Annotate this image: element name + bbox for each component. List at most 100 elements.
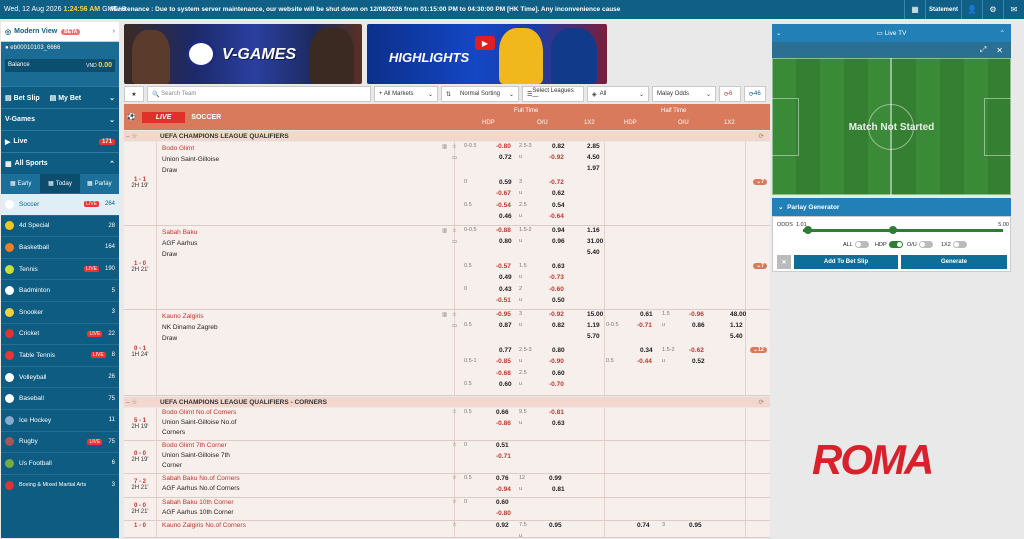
odds-value[interactable]: 0.94 xyxy=(552,227,565,234)
odds-value[interactable]: 1.16 xyxy=(587,227,600,234)
sport-item[interactable]: Basketball 164 xyxy=(1,236,119,258)
all-sports-row[interactable]: ▦ All Sports ⌃ xyxy=(1,152,119,174)
odds-value[interactable]: -0.92 xyxy=(549,311,564,318)
odds-value[interactable]: -0.92 xyxy=(549,154,564,161)
tv-icon[interactable]: ▭ xyxy=(452,155,457,161)
sport-item[interactable]: Volleyball 26 xyxy=(1,365,119,388)
home-team[interactable]: Bodo Glimt No.of Corners xyxy=(162,408,236,418)
odds-value[interactable]: 0.46 xyxy=(499,213,512,220)
away-team[interactable]: Union Saint-Gilloise xyxy=(162,154,219,165)
refresh-button[interactable]: ⟳ 6 xyxy=(719,86,741,102)
odds-value[interactable]: 0.43 xyxy=(499,286,512,293)
refresh-icon[interactable]: ⟳ xyxy=(759,398,764,406)
league-header[interactable]: – ☆ UEFA CHAMPIONS LEAGUE QUALIFIERS - C… xyxy=(124,397,770,407)
my-bet-tab[interactable]: ▤ My Bet xyxy=(50,94,82,102)
odds-value[interactable]: -0.60 xyxy=(549,286,564,293)
odds-value[interactable]: 0.72 xyxy=(499,154,512,161)
odds-value[interactable]: 0.50 xyxy=(552,297,565,304)
home-team[interactable]: Sabah Baku 10th Corner xyxy=(162,498,234,508)
clear-button[interactable]: ✕ xyxy=(777,255,791,269)
odds-value[interactable]: 0.77 xyxy=(499,347,512,354)
odds-value[interactable]: 4.50 xyxy=(587,154,600,161)
odds-value[interactable]: -0.80 xyxy=(496,143,511,150)
stats-icon[interactable]: ▥ xyxy=(442,312,447,318)
away-team[interactable]: Union Saint-Gilloise 7th xyxy=(162,451,230,461)
odds-value[interactable]: 0.66 xyxy=(496,409,509,416)
odds-value[interactable]: -0.57 xyxy=(496,263,511,270)
sport-item[interactable]: Rugby LIVE 75 xyxy=(1,430,119,453)
star-icon[interactable]: ☆ xyxy=(452,442,457,448)
odds-value[interactable]: -0.95 xyxy=(496,311,511,318)
tv-icon[interactable]: ▭ xyxy=(452,239,457,245)
close-icon[interactable]: ✕ xyxy=(996,46,1003,55)
odds-value[interactable]: -0.71 xyxy=(496,453,511,460)
sport-item[interactable]: Baseball 75 xyxy=(1,387,119,409)
odds-value[interactable]: 31.00 xyxy=(587,238,603,245)
sport-item[interactable]: Badminton 5 xyxy=(1,279,119,301)
odds-value[interactable]: 5.40 xyxy=(587,249,600,256)
star-icon[interactable]: ☆ xyxy=(452,409,457,415)
odds-value[interactable]: 0.63 xyxy=(552,420,565,427)
sport-item[interactable]: Cricket LIVE 22 xyxy=(1,322,119,345)
odds-value[interactable]: 0.60 xyxy=(496,499,509,506)
grid-icon[interactable]: ▦ xyxy=(904,0,925,19)
odds-value[interactable]: 0.51 xyxy=(496,442,509,449)
odds-value[interactable]: 0.82 xyxy=(552,322,565,329)
sorting-select[interactable]: ⇅ Normal Sorting ⌄ xyxy=(441,86,519,102)
sport-item[interactable]: Tennis LIVE 190 xyxy=(1,257,119,280)
odds-value[interactable]: 0.80 xyxy=(499,238,512,245)
odds-value[interactable]: -0.54 xyxy=(496,202,511,209)
home-team[interactable]: Bodo Glimt 7th Corner xyxy=(162,441,230,451)
odds-value[interactable]: 0.60 xyxy=(499,381,512,388)
stats-icon[interactable]: ▥ xyxy=(442,228,447,234)
odds-value[interactable]: -0.70 xyxy=(549,381,564,388)
odds-value[interactable]: 2.85 xyxy=(587,143,600,150)
star-icon[interactable]: ☆ xyxy=(452,475,457,481)
away-team[interactable]: Union Saint-Gilloise No.of xyxy=(162,418,236,428)
search-input[interactable]: 🔍 Search Team xyxy=(147,86,371,102)
home-team[interactable]: Sabah Baku xyxy=(162,227,197,238)
collapse-icon[interactable]: – ☆ xyxy=(126,398,137,406)
away-team[interactable]: NK Dinamo Zagreb xyxy=(162,322,218,333)
toggle-ou[interactable]: O/U xyxy=(907,241,933,248)
odds-value[interactable]: 0.62 xyxy=(552,190,565,197)
odds-value[interactable]: 0.74 xyxy=(637,522,650,529)
highlights-banner[interactable]: HIGHLIGHTS ▶ xyxy=(367,24,607,84)
odds-value[interactable]: 0.82 xyxy=(552,143,565,150)
favorites-star-button[interactable]: ★ xyxy=(124,86,144,102)
star-icon[interactable]: ☆ xyxy=(452,312,457,318)
switch[interactable] xyxy=(918,241,933,248)
odds-value[interactable]: 0.49 xyxy=(499,274,512,281)
parlay-header[interactable]: ⌄ Parlay Generator xyxy=(772,198,1011,216)
switch[interactable] xyxy=(888,241,903,248)
odds-value[interactable]: 0.60 xyxy=(552,370,565,377)
odds-value[interactable]: -0.90 xyxy=(549,358,564,365)
odds-value[interactable]: -0.44 xyxy=(637,358,652,365)
toggle-hdp[interactable]: HDP xyxy=(875,241,903,248)
odds-value[interactable]: 15.00 xyxy=(587,311,603,318)
markets-select[interactable]: + All Markets ⌄ xyxy=(374,86,438,102)
user-icon[interactable]: 👤 xyxy=(961,0,982,19)
odds-value[interactable]: -0.73 xyxy=(549,274,564,281)
odds-value[interactable]: 0.99 xyxy=(549,475,562,482)
odds-value[interactable]: 0.59 xyxy=(499,179,512,186)
sport-item[interactable]: Us Football 6 xyxy=(1,452,119,474)
odds-value[interactable]: -0.72 xyxy=(549,179,564,186)
statement-button[interactable]: Statement xyxy=(925,0,961,19)
sport-item[interactable]: Soccer LIVE 264 xyxy=(1,193,119,215)
home-team[interactable]: Bodo Glimt xyxy=(162,143,219,154)
switch[interactable] xyxy=(854,241,869,248)
more-markets-button[interactable]: ⌄12 xyxy=(750,347,767,353)
live-row[interactable]: ▶ Live 171 xyxy=(1,130,119,152)
sport-item[interactable]: Snooker 3 xyxy=(1,300,119,323)
sport-item[interactable]: Ice Hockey 11 xyxy=(1,408,119,431)
odds-type-select[interactable]: Malay Odds ⌄ xyxy=(652,86,716,102)
odds-value[interactable]: -0.64 xyxy=(549,213,564,220)
leagues-select[interactable]: ☰ Select Leagues — xyxy=(522,86,584,102)
odds-value[interactable]: -0.94 xyxy=(496,486,511,493)
odds-value[interactable]: -0.51 xyxy=(496,297,511,304)
sport-item[interactable]: 4d Special 28 xyxy=(1,214,119,237)
odds-value[interactable]: 0.52 xyxy=(692,358,705,365)
toggle-all[interactable]: ALL xyxy=(843,241,869,248)
toggle-1x2[interactable]: 1X2 xyxy=(941,241,967,248)
